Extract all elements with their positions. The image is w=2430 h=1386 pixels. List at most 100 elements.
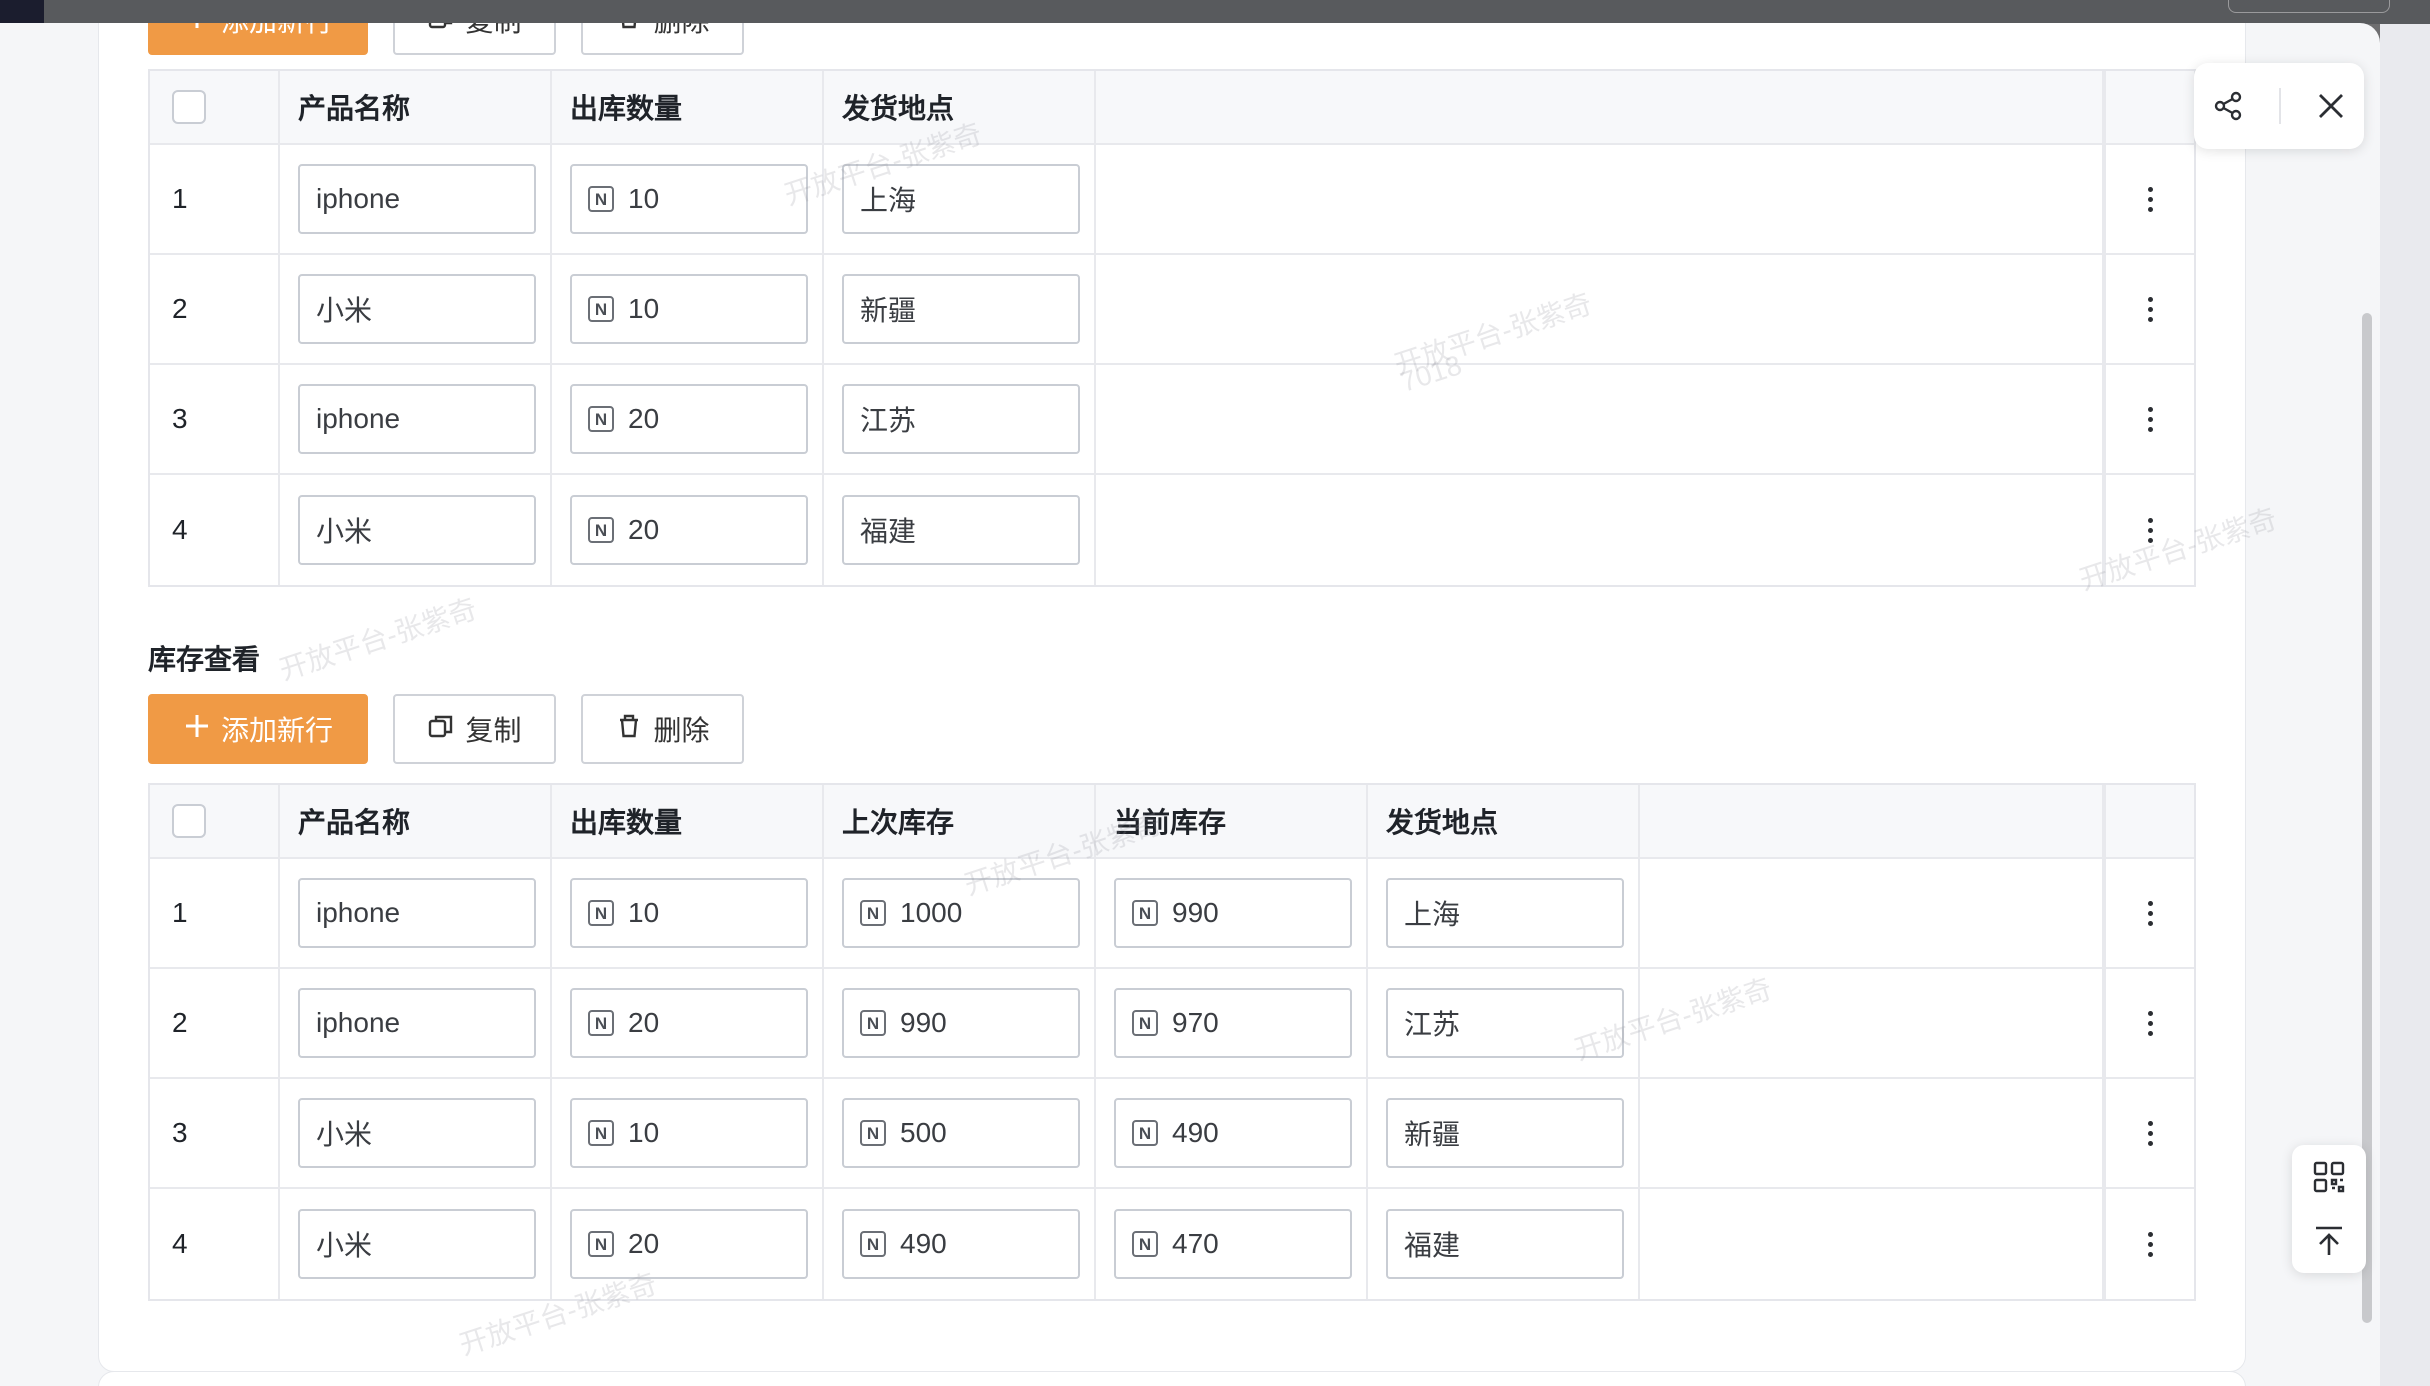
row-index: 3: [150, 365, 280, 473]
qr-code-icon[interactable]: [2312, 1160, 2346, 1194]
location-input[interactable]: 福建: [1386, 1209, 1624, 1279]
select-all-checkbox[interactable]: [172, 804, 206, 838]
location-input[interactable]: 新疆: [1386, 1098, 1624, 1168]
outbound-table: 产品名称 出库数量 发货地点 1 iphone N 10 上海 2 小米 N 10 …: [148, 69, 2196, 587]
more-icon[interactable]: [2147, 517, 2153, 543]
number-icon: N: [1132, 1010, 1158, 1036]
product-input[interactable]: iphone: [298, 164, 536, 234]
number-icon: N: [860, 1120, 886, 1146]
location-value: 上海: [860, 185, 917, 216]
location-value: 上海: [1404, 899, 1461, 930]
location-value: 江苏: [1404, 1009, 1461, 1040]
location-value: 新疆: [860, 295, 917, 326]
inventory-table: 产品名称 出库数量 上次库存 当前库存 发货地点 1 iphone N 10 N1…: [148, 783, 2196, 1301]
quantity-input[interactable]: N 10: [570, 274, 808, 344]
quantity-input[interactable]: N 20: [570, 988, 808, 1058]
location-value: 新疆: [1404, 1119, 1461, 1150]
row-index: 4: [150, 475, 280, 585]
quantity-input[interactable]: N 20: [570, 495, 808, 565]
quantity-value: 10: [628, 293, 660, 324]
table-row: 1 iphone N 10 上海: [150, 145, 2194, 255]
more-icon[interactable]: [2147, 186, 2153, 212]
number-icon: N: [588, 186, 614, 212]
table-row: 2 iphone N 20 N 990 N 970 江苏: [150, 969, 2194, 1079]
product-input[interactable]: iphone: [298, 878, 536, 948]
delete-label: 删除: [653, 23, 709, 40]
header-spacer: [1640, 785, 2104, 857]
header-actions: [2104, 785, 2194, 857]
close-icon[interactable]: [2315, 90, 2347, 122]
prev-stock-value: 490: [900, 1228, 947, 1259]
more-icon[interactable]: [2147, 1120, 2153, 1146]
product-input[interactable]: 小米: [298, 1098, 536, 1168]
delete-label: 删除: [653, 715, 710, 746]
location-input[interactable]: 福建: [842, 495, 1080, 565]
more-icon[interactable]: [2147, 296, 2153, 322]
more-icon[interactable]: [2147, 406, 2153, 432]
prev-stock-input[interactable]: N 490: [842, 1209, 1080, 1279]
prev-stock-input[interactable]: N 500: [842, 1098, 1080, 1168]
select-all-checkbox[interactable]: [172, 90, 206, 124]
plus-icon: [183, 712, 211, 747]
header-product: 产品名称: [280, 71, 552, 143]
quantity-input[interactable]: N 10: [570, 878, 808, 948]
quantity-input[interactable]: N 10: [570, 164, 808, 234]
quantity-input[interactable]: N 10: [570, 1098, 808, 1168]
add-row-button[interactable]: 添加新行: [148, 23, 368, 55]
prev-stock-input[interactable]: N 1000: [842, 878, 1080, 948]
product-input[interactable]: iphone: [298, 988, 536, 1058]
location-input[interactable]: 上海: [842, 164, 1080, 234]
cur-stock-input[interactable]: N 990: [1114, 878, 1352, 948]
cur-stock-value: 970: [1172, 1007, 1219, 1038]
copy-icon: [427, 23, 455, 38]
table-row: 2 小米 N 10 新疆: [150, 255, 2194, 365]
copy-button[interactable]: 复制: [393, 23, 556, 55]
product-value: iphone: [316, 183, 401, 214]
divider: [2279, 88, 2281, 124]
quantity-input[interactable]: N 20: [570, 384, 808, 454]
background-topbar: [0, 0, 2430, 24]
delete-button[interactable]: 删除: [581, 694, 744, 764]
prev-stock-input[interactable]: N 990: [842, 988, 1080, 1058]
header-cur-stock: 当前库存: [1096, 785, 1368, 857]
copy-button[interactable]: 复制: [393, 694, 556, 764]
product-value: iphone: [316, 897, 401, 928]
quantity-input[interactable]: N 20: [570, 1209, 808, 1279]
number-icon: N: [588, 900, 614, 926]
number-icon: N: [588, 1120, 614, 1146]
trash-icon: [615, 23, 643, 38]
product-value: iphone: [316, 403, 401, 434]
location-input[interactable]: 江苏: [1386, 988, 1624, 1058]
back-to-top-icon[interactable]: [2312, 1224, 2346, 1258]
select-all-cell: [150, 71, 280, 143]
location-input[interactable]: 上海: [1386, 878, 1624, 948]
share-icon[interactable]: [2211, 89, 2245, 123]
prev-stock-value: 1000: [900, 897, 963, 928]
location-input[interactable]: 新疆: [842, 274, 1080, 344]
more-icon[interactable]: [2147, 1010, 2153, 1036]
add-row-button[interactable]: 添加新行: [148, 694, 368, 764]
location-value: 福建: [1404, 1230, 1461, 1261]
cur-stock-input[interactable]: N 490: [1114, 1098, 1352, 1168]
table-row: 1 iphone N 10 N 1000 N 990 上海: [150, 859, 2194, 969]
copy-label: 复制: [465, 23, 521, 40]
header-actions: [2104, 71, 2194, 143]
product-input[interactable]: 小米: [298, 1209, 536, 1279]
product-input[interactable]: iphone: [298, 384, 536, 454]
product-value: 小米: [316, 1119, 373, 1150]
header-spacer: [1096, 71, 2104, 143]
row-index: 1: [150, 859, 280, 967]
header-location: 发货地点: [1368, 785, 1640, 857]
section-title: 库存查看: [148, 644, 261, 675]
product-input[interactable]: 小米: [298, 274, 536, 344]
product-input[interactable]: 小米: [298, 495, 536, 565]
more-icon[interactable]: [2147, 900, 2153, 926]
plus-icon: [183, 23, 211, 38]
location-input[interactable]: 江苏: [842, 384, 1080, 454]
more-icon[interactable]: [2147, 1231, 2153, 1257]
prev-stock-value: 990: [900, 1007, 947, 1038]
header-quantity: 出库数量: [552, 785, 824, 857]
delete-button[interactable]: 删除: [581, 23, 744, 55]
cur-stock-input[interactable]: N 970: [1114, 988, 1352, 1058]
cur-stock-input[interactable]: N 470: [1114, 1209, 1352, 1279]
